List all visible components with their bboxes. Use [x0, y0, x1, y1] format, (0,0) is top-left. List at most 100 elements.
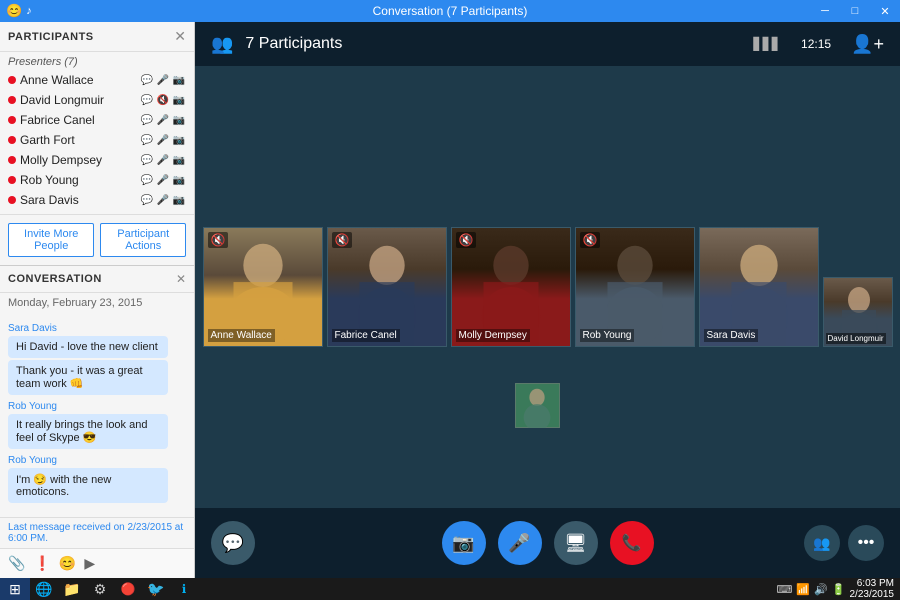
mic-icon: 🎤	[156, 175, 170, 186]
participant-name: Garth Fort	[20, 133, 136, 147]
taskbar-settings-icon[interactable]: ⚙	[86, 578, 114, 600]
chat-icon: 💬	[140, 175, 154, 186]
attachment-icon[interactable]: 📎	[8, 555, 25, 572]
participant-name: Fabrice Canel	[20, 113, 136, 127]
status-dot	[8, 116, 16, 124]
chat-icon: 💬	[140, 75, 154, 86]
taskbar-skype-icon[interactable]: ℹ	[170, 578, 198, 600]
self-video-feed	[516, 384, 559, 427]
taskbar-twitter-icon[interactable]: 🐦	[142, 578, 170, 600]
chat-bubble: Thank you - it was a great team work 👊	[8, 360, 168, 395]
video-icon: 📷	[172, 135, 186, 146]
keyboard-icon: ⌨	[777, 583, 793, 596]
participants-toggle-button[interactable]: 👥	[804, 525, 840, 561]
status-dot	[8, 136, 16, 144]
right-panel: 👥 7 Participants ▋▋▋ 12:15 👤+	[195, 22, 900, 578]
participant-actions-button[interactable]: Participant Actions	[100, 223, 186, 257]
video-controls: 💬 📷 🎤 🖥 📞 👥 •••	[195, 508, 900, 578]
video-icon: 📷	[172, 75, 186, 86]
controls-right: 👥 •••	[804, 525, 884, 561]
window-controls[interactable]: ─ □ ✕	[810, 0, 900, 22]
participant-list: Anne Wallace 💬 🎤 📷 David Longmuir 💬 🔇 📷	[0, 70, 194, 210]
participant-item: Sara Davis 💬 🎤 📷	[0, 190, 194, 210]
close-button[interactable]: ✕	[870, 0, 900, 22]
participant-icons: 💬 🎤 📷	[140, 75, 186, 86]
participants-close-button[interactable]: ✕	[174, 28, 186, 45]
titlebar: 😊 ♪ Conversation (7 Participants) ─ □ ✕	[0, 0, 900, 22]
emoji-icon: 😊	[6, 3, 22, 19]
controls-left: 💬	[211, 521, 255, 565]
participant-item: Garth Fort 💬 🎤 📷	[0, 130, 194, 150]
taskbar-clock: 6:03 PM 2/23/2015	[850, 578, 895, 600]
video-icon: 📷	[172, 175, 186, 186]
chat-icon: 💬	[140, 135, 154, 146]
chat-bubble: It really brings the look and feel of Sk…	[8, 414, 168, 449]
screen-share-button[interactable]: 🖥	[554, 521, 598, 565]
conversation-section: CONVERSATION ✕ Monday, February 23, 2015…	[0, 265, 194, 578]
last-message-label: Last message received on 2/23/2015 at 6:…	[0, 517, 194, 548]
invite-more-button[interactable]: Invite More People	[8, 223, 94, 257]
tile-name-molly: Molly Dempsey	[456, 329, 530, 342]
video-icon: 📷	[172, 115, 186, 126]
status-dot	[8, 96, 16, 104]
taskbar-ie-icon[interactable]: 🌐	[30, 578, 58, 600]
signal-bars: ▋▋▋	[753, 37, 781, 51]
video-tile-fabrice: 🔇 Fabrice Canel	[327, 227, 447, 347]
tile-name-anne: Anne Wallace	[208, 329, 275, 342]
participant-name: David Longmuir	[20, 93, 136, 107]
chat-icon: 💬	[140, 115, 154, 126]
alert-icon[interactable]: ❗	[33, 555, 50, 572]
conversation-title: CONVERSATION	[8, 273, 102, 285]
hangup-button[interactable]: 📞	[610, 521, 654, 565]
participants-title: PARTICIPANTS	[8, 31, 94, 43]
conversation-header: CONVERSATION ✕	[0, 266, 194, 293]
restore-button[interactable]: □	[840, 0, 870, 22]
clock-date: 2/23/2015	[850, 589, 895, 600]
network-icon: 📶	[796, 583, 810, 596]
status-dot	[8, 76, 16, 84]
taskbar: ⊞ 🌐 📁 ⚙ 🔴 🐦 ℹ ⌨ 📶 🔊 🔋 6:03 PM 2/23/2015	[0, 578, 900, 600]
titlebar-icons: 😊 ♪	[6, 3, 32, 19]
mic-icon: 🔇	[156, 95, 170, 106]
emoji-insert-icon[interactable]: 😊	[59, 555, 76, 572]
video-icon: 📷	[172, 95, 186, 106]
video-icon: 📷	[172, 195, 186, 206]
more-options-button[interactable]: •••	[848, 525, 884, 561]
participant-icons: 💬 🔇 📷	[140, 95, 186, 106]
mic-icon: 🎤	[156, 155, 170, 166]
clock-time: 6:03 PM	[850, 578, 895, 589]
video-toggle-button[interactable]: 📷	[442, 521, 486, 565]
send-icon[interactable]: ▶	[84, 555, 95, 572]
mute-icon: 🔇	[580, 232, 601, 248]
mic-icon: 🎤	[156, 115, 170, 126]
participant-item: Rob Young 💬 🎤 📷	[0, 170, 194, 190]
video-tile-sara: Sara Davis	[699, 227, 819, 347]
tile-name-fabrice: Fabrice Canel	[332, 329, 400, 342]
call-time: 12:15	[801, 37, 831, 51]
message-sender: Rob Young	[8, 455, 186, 466]
video-area: 🔇 Anne Wallace 🔇 Fabrice Canel	[195, 66, 900, 508]
taskbar-explorer-icon[interactable]: 📁	[58, 578, 86, 600]
taskbar-chrome-icon[interactable]: 🔴	[114, 578, 142, 600]
participant-icons: 💬 🎤 📷	[140, 135, 186, 146]
mic-icon: 🎤	[156, 195, 170, 206]
add-person-button[interactable]: 👤+	[851, 34, 884, 55]
participants-header: PARTICIPANTS ✕	[0, 22, 194, 52]
chat-button[interactable]: 💬	[211, 521, 255, 565]
mute-icon: 🔇	[332, 232, 353, 248]
conversation-date: Monday, February 23, 2015	[0, 293, 194, 313]
mute-icon: 🔇	[208, 232, 229, 248]
status-dot	[8, 176, 16, 184]
conversation-close-button[interactable]: ✕	[176, 272, 186, 286]
participant-icons: 💬 🎤 📷	[140, 195, 186, 206]
mic-toggle-button[interactable]: 🎤	[498, 521, 542, 565]
start-button[interactable]: ⊞	[0, 578, 30, 600]
participant-icons: 💬 🎤 📷	[140, 115, 186, 126]
mic-icon: 🎤	[156, 75, 170, 86]
sound-icon: ♪	[26, 5, 32, 17]
tile-name-rob: Rob Young	[580, 329, 635, 342]
participant-item: David Longmuir 💬 🔇 📷	[0, 90, 194, 110]
minimize-button[interactable]: ─	[810, 0, 840, 22]
participant-item: Molly Dempsey 💬 🎤 📷	[0, 150, 194, 170]
volume-icon: 🔊	[814, 583, 828, 596]
